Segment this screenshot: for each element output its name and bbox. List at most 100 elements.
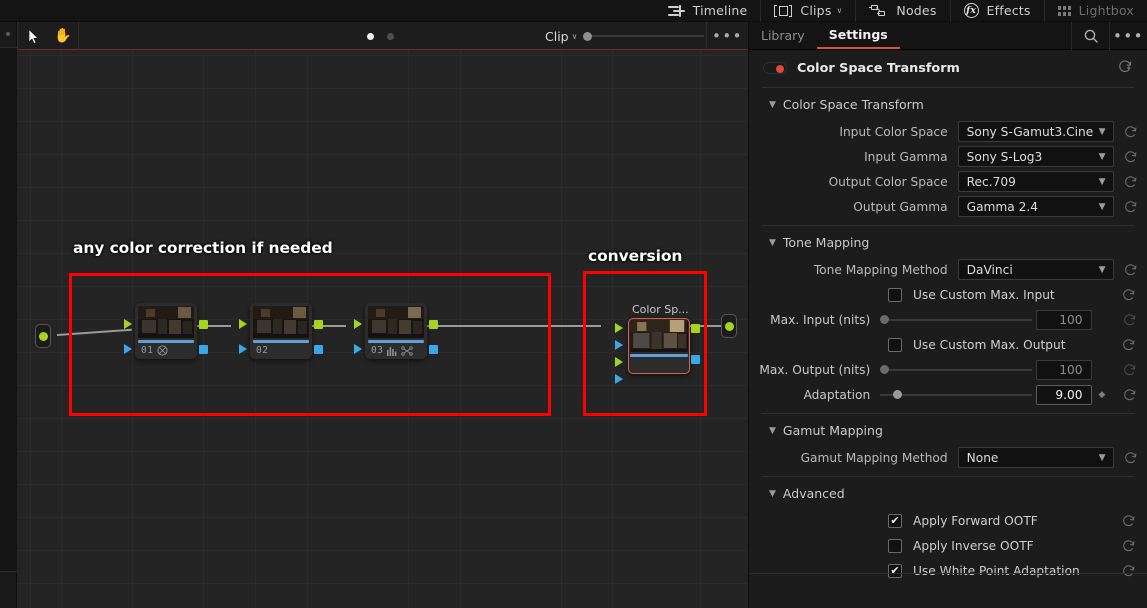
- chevron-down-icon[interactable]: ▼: [769, 489, 776, 499]
- source-output-port[interactable]: [35, 324, 51, 348]
- reset-tone-mapping-method[interactable]: [1114, 263, 1147, 277]
- zoom-slider-track[interactable]: [592, 35, 705, 37]
- slider-track[interactable]: [889, 318, 1033, 321]
- nav-item-lightbox[interactable]: Lightbox: [1043, 0, 1147, 22]
- checkbox-use-custom-max-output[interactable]: [888, 337, 902, 352]
- chevron-down-icon[interactable]: ▼: [1099, 152, 1106, 162]
- reset-output-gamma[interactable]: [1114, 200, 1147, 214]
- section-header-advanced[interactable]: ▼ Advanced: [749, 477, 1147, 508]
- select-output-color-space[interactable]: Rec.709 ▼: [957, 171, 1115, 192]
- slider-knob[interactable]: [880, 315, 890, 324]
- section-header-gamut-mapping[interactable]: ▼ Gamut Mapping: [749, 414, 1147, 445]
- rail-segment-main[interactable]: [0, 48, 17, 572]
- nav-item-effects[interactable]: fx Effects: [949, 0, 1044, 22]
- value-adaptation[interactable]: 9.00: [1036, 384, 1092, 405]
- toolbar-more-options[interactable]: •••: [706, 22, 748, 50]
- chevron-down-icon[interactable]: ▼: [769, 100, 776, 110]
- node-01[interactable]: 01: [124, 303, 208, 359]
- cst-input-key-2[interactable]: [615, 374, 623, 384]
- keyframe-diamond-icon[interactable]: ◆: [1092, 390, 1113, 400]
- tab-library[interactable]: Library: [749, 22, 817, 49]
- node-03-output-rgb[interactable]: [429, 320, 438, 329]
- node-03-body[interactable]: 03: [365, 303, 427, 359]
- clip-scope-selector[interactable]: Clip ∨: [545, 22, 705, 50]
- nav-item-timeline[interactable]: Timeline: [655, 0, 761, 22]
- cst-input-rgb-1[interactable]: [615, 323, 623, 333]
- node-02-output-key[interactable]: [314, 345, 323, 354]
- nav-item-clips[interactable]: Clips ∨: [760, 0, 855, 22]
- select-input-color-space[interactable]: Sony S-Gamut3.Cine ▼: [957, 121, 1115, 142]
- section-header-color-space-transform[interactable]: ▼ Color Space Transform: [749, 88, 1147, 119]
- node-graph-canvas[interactable]: any color correction if needed conversio…: [17, 50, 748, 608]
- node-01-body[interactable]: 01: [135, 303, 197, 359]
- node-02-input-key[interactable]: [239, 344, 247, 354]
- reset-input-gamma[interactable]: [1114, 150, 1147, 164]
- chevron-down-icon[interactable]: ▼: [1099, 127, 1106, 137]
- slider-knob[interactable]: [880, 365, 890, 374]
- reset-apply-inverse-ootf[interactable]: [1110, 539, 1147, 553]
- section-header-tone-mapping[interactable]: ▼ Tone Mapping: [749, 226, 1147, 257]
- slider-max-output-nits[interactable]: [880, 365, 1033, 374]
- add-keyframe-icon[interactable]: [1118, 59, 1133, 78]
- select-gamut-mapping-method[interactable]: None ▼: [957, 447, 1115, 468]
- reset-max-output-nits[interactable]: [1112, 363, 1147, 377]
- select-tone-mapping-method[interactable]: DaVinci ▼: [957, 259, 1115, 280]
- tab-settings[interactable]: Settings: [816, 22, 900, 49]
- page-dot-inactive[interactable]: [387, 32, 394, 40]
- node-02[interactable]: 02: [239, 303, 323, 359]
- reset-output-color-space[interactable]: [1114, 175, 1147, 189]
- node-03-input-rgb[interactable]: [354, 319, 362, 329]
- cst-input-rgb-2[interactable]: [615, 357, 623, 367]
- node-03-output-key[interactable]: [429, 345, 438, 354]
- final-output-port[interactable]: [721, 314, 737, 338]
- node-02-body[interactable]: 02: [250, 303, 312, 359]
- hand-pan-tool[interactable]: ✋: [48, 22, 78, 50]
- chevron-down-icon[interactable]: ▼: [1099, 202, 1106, 212]
- node-01-output-rgb[interactable]: [199, 320, 208, 329]
- checkbox-apply-inverse-ootf[interactable]: [888, 538, 902, 553]
- node-02-input-rgb[interactable]: [239, 319, 247, 329]
- node-02-output-rgb[interactable]: [314, 320, 323, 329]
- chevron-down-icon[interactable]: ▼: [1099, 265, 1106, 275]
- slider-track[interactable]: [889, 368, 1033, 371]
- chevron-down-icon[interactable]: ∨: [837, 6, 843, 15]
- checkbox-use-custom-max-input[interactable]: [888, 287, 902, 302]
- cst-input-key-1[interactable]: [615, 340, 623, 350]
- zoom-slider-knob[interactable]: [583, 31, 593, 41]
- reset-apply-forward-ootf[interactable]: [1110, 514, 1147, 528]
- value-max-input-nits[interactable]: 100: [1036, 309, 1092, 330]
- node-03-input-key[interactable]: [354, 344, 362, 354]
- chevron-down-icon[interactable]: ▼: [1099, 177, 1106, 187]
- node-03[interactable]: 03: [354, 303, 438, 359]
- reset-input-color-space[interactable]: [1114, 125, 1147, 139]
- rail-indicator-dot[interactable]: [6, 32, 10, 36]
- reset-use-custom-max-input[interactable]: [1110, 288, 1147, 302]
- node-01-input-rgb[interactable]: [124, 319, 132, 329]
- page-indicator-dots[interactable]: [367, 22, 394, 50]
- cst-output-rgb[interactable]: [691, 324, 700, 333]
- cst-node-body[interactable]: [628, 318, 690, 374]
- slider-adaptation[interactable]: [880, 390, 1033, 399]
- checkbox-apply-forward-ootf[interactable]: ✔: [888, 513, 902, 528]
- more-options-icon[interactable]: •••: [1109, 22, 1147, 50]
- reset-use-white-point-adaptation[interactable]: [1110, 564, 1147, 578]
- node-01-output-key[interactable]: [199, 345, 208, 354]
- slider-max-input-nits[interactable]: [880, 315, 1033, 324]
- search-icon[interactable]: [1071, 22, 1109, 50]
- node-01-input-key[interactable]: [124, 344, 132, 354]
- reset-max-input-nits[interactable]: [1112, 313, 1147, 327]
- chevron-down-icon[interactable]: ▼: [769, 426, 776, 436]
- reset-use-custom-max-output[interactable]: [1110, 338, 1147, 352]
- page-dot-active[interactable]: [367, 32, 374, 40]
- select-output-gamma[interactable]: Gamma 2.4 ▼: [957, 196, 1115, 217]
- arrow-cursor-tool[interactable]: [18, 22, 48, 50]
- chevron-down-icon[interactable]: ▼: [769, 238, 776, 248]
- reset-gamut-mapping-method[interactable]: [1114, 451, 1147, 465]
- nav-item-nodes[interactable]: Nodes: [855, 0, 949, 22]
- cst-output-key[interactable]: [691, 355, 700, 364]
- value-max-output-nits[interactable]: 100: [1036, 359, 1092, 380]
- slider-knob[interactable]: [893, 390, 903, 399]
- select-input-gamma[interactable]: Sony S-Log3 ▼: [957, 146, 1115, 167]
- effect-enable-toggle[interactable]: [763, 62, 787, 74]
- chevron-down-icon[interactable]: ∨: [572, 32, 578, 41]
